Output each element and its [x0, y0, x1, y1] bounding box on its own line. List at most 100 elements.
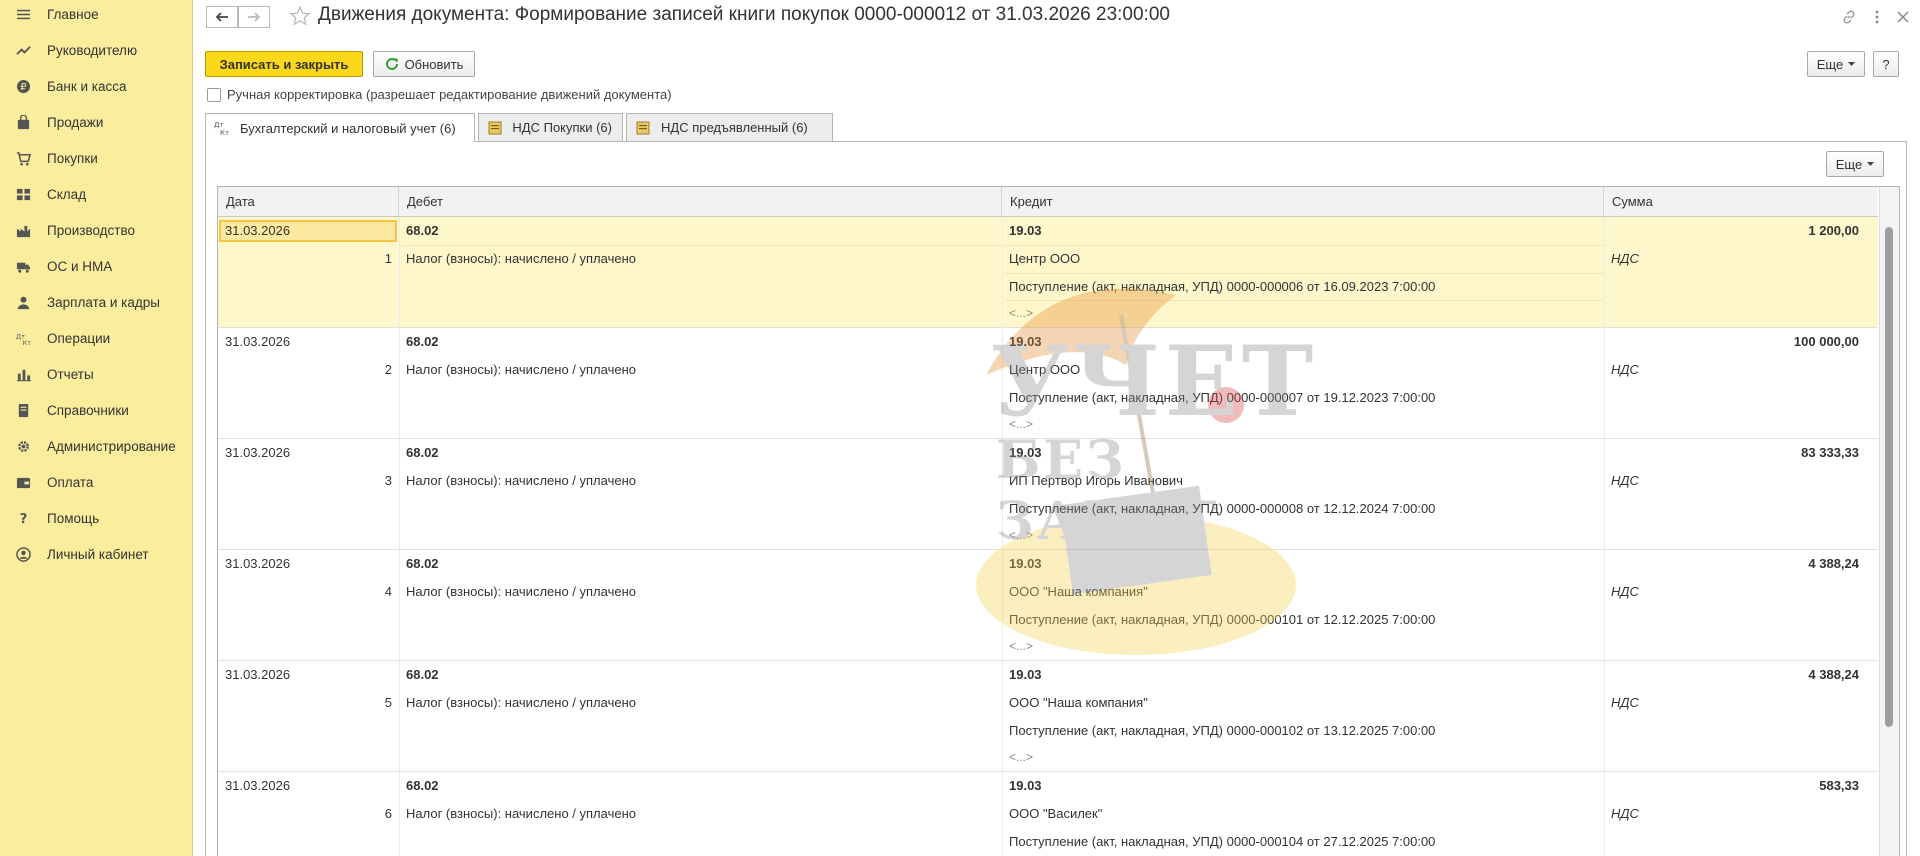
table-row[interactable]: 31.03.2026 4 68.02 Налог (взносы): начислен…	[218, 550, 1878, 661]
more-vertical-icon[interactable]	[1868, 8, 1886, 26]
date-cell[interactable]: 31.03.2026	[225, 778, 290, 793]
vertical-scrollbar[interactable]	[1879, 187, 1899, 856]
movements-table[interactable]: Дата Дебет Кредит Сумма 31.03.2026 1 68.02…	[217, 186, 1900, 856]
amount-note-cell[interactable]: НДС	[1611, 251, 1639, 266]
sidebar-item-production[interactable]: Производство	[0, 212, 192, 248]
credit-subconto-empty-cell[interactable]: <...>	[1009, 639, 1033, 653]
credit-document-cell[interactable]: Поступление (акт, накладная, УПД) 0000-0…	[1009, 279, 1435, 294]
debit-subconto-cell[interactable]: Налог (взносы): начислено / уплачено	[406, 362, 636, 377]
credit-subconto-empty-cell[interactable]: <...>	[1009, 306, 1033, 320]
sidebar-item-help[interactable]: ? Помощь	[0, 500, 192, 536]
credit-subconto-empty-cell[interactable]: <...>	[1009, 750, 1033, 764]
column-header-date[interactable]: Дата	[218, 187, 399, 217]
credit-document-cell[interactable]: Поступление (акт, накладная, УПД) 0000-0…	[1009, 501, 1435, 516]
table-row[interactable]: 31.03.2026 3 68.02 Налог (взносы): начислен…	[218, 439, 1878, 550]
credit-account-cell[interactable]: 19.03	[1009, 334, 1042, 349]
credit-document-cell[interactable]: Поступление (акт, накладная, УПД) 0000-0…	[1009, 723, 1435, 738]
amount-cell[interactable]: 83 333,33	[1611, 445, 1859, 460]
debit-subconto-cell[interactable]: Налог (взносы): начислено / уплачено	[406, 695, 636, 710]
table-row[interactable]: 31.03.2026 2 68.02 Налог (взносы): начислен…	[218, 328, 1878, 439]
manual-edit-checkbox[interactable]	[207, 88, 221, 102]
help-button[interactable]: ?	[1873, 51, 1899, 77]
row-number-cell[interactable]: 3	[368, 473, 392, 488]
sidebar-item-main[interactable]: Главное	[0, 0, 192, 32]
debit-account-cell[interactable]: 68.02	[406, 334, 439, 349]
debit-subconto-cell[interactable]: Налог (взносы): начислено / уплачено	[406, 251, 636, 266]
sidebar-item-reports[interactable]: Отчеты	[0, 356, 192, 392]
amount-cell[interactable]: 583,33	[1611, 778, 1859, 793]
row-number-cell[interactable]: 5	[368, 695, 392, 710]
credit-account-cell[interactable]: 19.03	[1009, 556, 1042, 571]
debit-account-cell[interactable]: 68.02	[406, 556, 439, 571]
sidebar-item-bank[interactable]: ₽ Банк и касса	[0, 68, 192, 104]
column-header-debit[interactable]: Дебет	[399, 187, 1002, 217]
column-header-credit[interactable]: Кредит	[1002, 187, 1604, 217]
sidebar-item-salary[interactable]: Зарплата и кадры	[0, 284, 192, 320]
amount-note-cell[interactable]: НДС	[1611, 806, 1639, 821]
row-number-cell[interactable]: 4	[368, 584, 392, 599]
forward-button[interactable]	[238, 6, 270, 28]
column-header-amount[interactable]: Сумма	[1604, 187, 1878, 217]
table-more-button[interactable]: Еще	[1826, 151, 1884, 177]
credit-subconto-cell[interactable]: Центр ООО	[1009, 251, 1080, 266]
refresh-button[interactable]: Обновить	[373, 51, 475, 77]
debit-account-cell[interactable]: 68.02	[406, 223, 439, 238]
table-row[interactable]: 31.03.2026 1 68.02 Налог (взносы): начислен…	[218, 217, 1878, 328]
sidebar-item-manager[interactable]: Руководителю	[0, 32, 192, 68]
amount-note-cell[interactable]: НДС	[1611, 473, 1639, 488]
debit-account-cell[interactable]: 68.02	[406, 445, 439, 460]
credit-subconto-empty-cell[interactable]: <...>	[1009, 417, 1033, 431]
tab-vat-purchases[interactable]: НДС Покупки (6)	[478, 113, 623, 141]
credit-document-cell[interactable]: Поступление (акт, накладная, УПД) 0000-0…	[1009, 834, 1435, 849]
amount-note-cell[interactable]: НДС	[1611, 695, 1639, 710]
row-number-cell[interactable]: 2	[368, 362, 392, 377]
scrollbar-thumb[interactable]	[1885, 227, 1893, 727]
link-icon[interactable]	[1840, 8, 1858, 26]
debit-account-cell[interactable]: 68.02	[406, 778, 439, 793]
credit-subconto-cell[interactable]: ООО "Василек"	[1009, 806, 1102, 821]
credit-account-cell[interactable]: 19.03	[1009, 667, 1042, 682]
save-and-close-button[interactable]: Записать и закрыть	[205, 51, 363, 77]
credit-subconto-cell[interactable]: ИП Пертвор Игорь Иванович	[1009, 473, 1183, 488]
amount-cell[interactable]: 1 200,00	[1611, 223, 1859, 238]
credit-subconto-empty-cell[interactable]: <...>	[1009, 528, 1033, 542]
row-number-cell[interactable]: 1	[368, 251, 392, 266]
table-row[interactable]: 31.03.2026 6 68.02 Налог (взносы): начислен…	[218, 772, 1878, 856]
back-button[interactable]	[206, 6, 238, 28]
table-row[interactable]: 31.03.2026 5 68.02 Налог (взносы): начислен…	[218, 661, 1878, 772]
amount-cell[interactable]: 4 388,24	[1611, 556, 1859, 571]
date-cell[interactable]: 31.03.2026	[225, 334, 290, 349]
row-number-cell[interactable]: 6	[368, 806, 392, 821]
debit-subconto-cell[interactable]: Налог (взносы): начислено / уплачено	[406, 584, 636, 599]
credit-account-cell[interactable]: 19.03	[1009, 778, 1042, 793]
close-icon[interactable]	[1894, 8, 1912, 26]
credit-account-cell[interactable]: 19.03	[1009, 223, 1042, 238]
sidebar-item-directories[interactable]: Справочники	[0, 392, 192, 428]
amount-cell[interactable]: 100 000,00	[1611, 334, 1859, 349]
date-cell[interactable]: 31.03.2026	[225, 667, 290, 682]
sidebar-item-account[interactable]: Личный кабинет	[0, 536, 192, 572]
date-cell[interactable]: 31.03.2026	[225, 223, 290, 238]
sidebar-item-administration[interactable]: Администрирование	[0, 428, 192, 464]
sidebar-item-payment[interactable]: Оплата	[0, 464, 192, 500]
favorite-star-icon[interactable]	[289, 5, 311, 27]
sidebar-item-operations[interactable]: Дт Кт Операции	[0, 320, 192, 356]
amount-note-cell[interactable]: НДС	[1611, 584, 1639, 599]
tab-vat-presented[interactable]: НДС предъявленный (6)	[626, 113, 833, 141]
date-cell[interactable]: 31.03.2026	[225, 445, 290, 460]
sidebar-item-fixed-assets[interactable]: ОС и НМА	[0, 248, 192, 284]
amount-note-cell[interactable]: НДС	[1611, 362, 1639, 377]
credit-document-cell[interactable]: Поступление (акт, накладная, УПД) 0000-0…	[1009, 390, 1435, 405]
credit-subconto-cell[interactable]: ООО "Наша компания"	[1009, 584, 1148, 599]
credit-document-cell[interactable]: Поступление (акт, накладная, УПД) 0000-0…	[1009, 612, 1435, 627]
sidebar-item-sales[interactable]: Продажи	[0, 104, 192, 140]
credit-subconto-cell[interactable]: ООО "Наша компания"	[1009, 695, 1148, 710]
date-cell[interactable]: 31.03.2026	[225, 556, 290, 571]
sidebar-item-purchases[interactable]: Покупки	[0, 140, 192, 176]
amount-cell[interactable]: 4 388,24	[1611, 667, 1859, 682]
credit-account-cell[interactable]: 19.03	[1009, 445, 1042, 460]
debit-account-cell[interactable]: 68.02	[406, 667, 439, 682]
tab-accounting[interactable]: Дт Кт Бухгалтерский и налоговый учет (6)	[205, 113, 475, 142]
credit-subconto-cell[interactable]: Центр ООО	[1009, 362, 1080, 377]
sidebar-item-warehouse[interactable]: Склад	[0, 176, 192, 212]
